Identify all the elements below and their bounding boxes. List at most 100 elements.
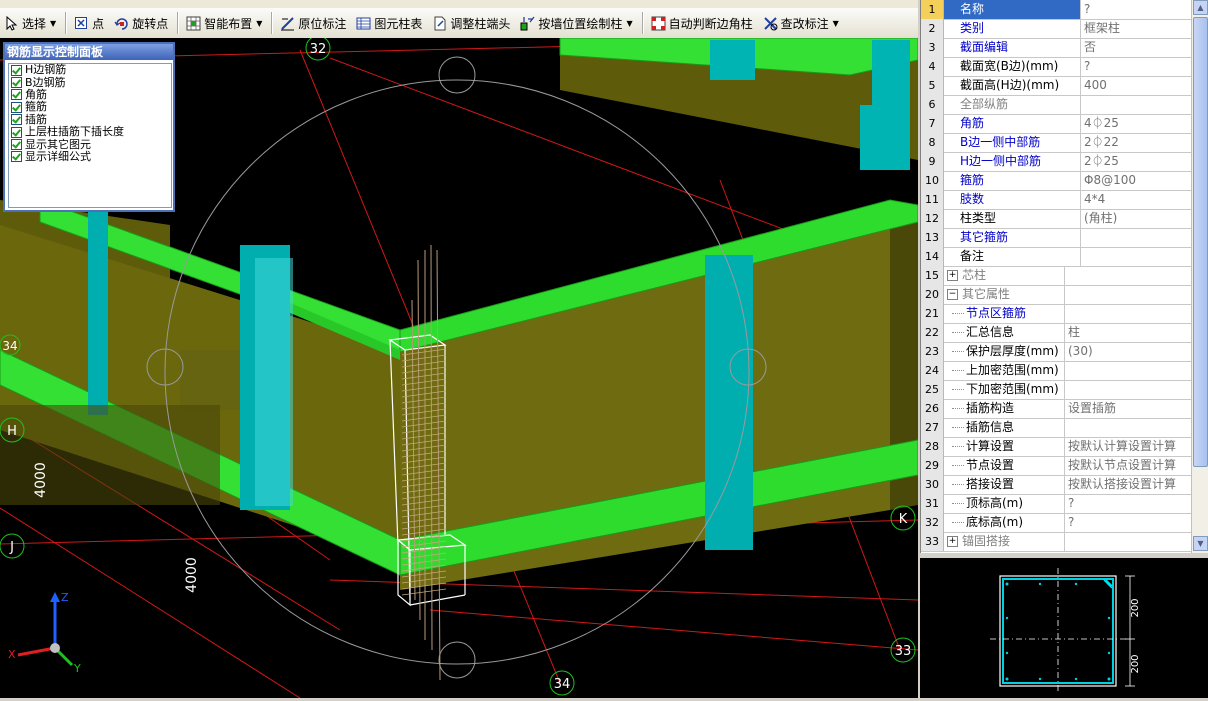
property-value[interactable]: [1065, 285, 1192, 304]
property-value[interactable]: 400: [1081, 76, 1192, 95]
property-row[interactable]: 28 计算设置 按默认计算设置计算: [921, 437, 1192, 457]
rotation-handle[interactable]: [438, 56, 476, 94]
checkbox[interactable]: [11, 89, 22, 101]
property-row[interactable]: 29 节点设置 按默认节点设置计算: [921, 456, 1192, 476]
property-row[interactable]: 32 底标高(m)?: [921, 513, 1192, 533]
property-value[interactable]: 4*4: [1081, 190, 1192, 209]
point-button[interactable]: 点: [70, 11, 108, 35]
property-row[interactable]: 20− 其它属性: [921, 285, 1192, 305]
property-row[interactable]: 3 截面编辑 否: [921, 38, 1192, 58]
checkbox[interactable]: [11, 139, 22, 151]
edit-annotation-button[interactable]: 查改标注 ▼: [759, 11, 843, 35]
property-value[interactable]: [1065, 266, 1192, 285]
property-value[interactable]: [1065, 418, 1192, 437]
property-value[interactable]: [1081, 228, 1192, 247]
property-value[interactable]: ?: [1065, 494, 1192, 513]
panel-title: 钢筋显示控制面板: [5, 44, 173, 60]
property-grid[interactable]: 1 名称? 2 类别 框架柱 3 截面编辑 否 4 截面宽(B边)(mm)? 5 截面高(H边)(mm…: [920, 0, 1208, 553]
draw-by-wall-button[interactable]: 按墙位置绘制柱 ▼: [516, 11, 636, 35]
scroll-thumb[interactable]: [1193, 17, 1208, 467]
panel-item-dowel-length[interactable]: 上层柱插筋下插长度: [9, 126, 171, 138]
property-row[interactable]: 4 截面宽(B边)(mm)?: [921, 57, 1192, 77]
rebar-display-control-panel[interactable]: 钢筋显示控制面板 H边钢筋 B边钢筋 角筋 箍筋 插筋 上层柱插筋下插长度 显示…: [3, 42, 175, 212]
property-row[interactable]: 23 保护层厚度(mm) (30): [921, 342, 1192, 362]
expand-icon[interactable]: +: [947, 536, 958, 547]
property-row[interactable]: 13 其它箍筋: [921, 228, 1192, 248]
checkbox[interactable]: [11, 126, 22, 138]
smart-layout-button[interactable]: 智能布置 ▼: [182, 11, 266, 35]
property-row-number: 11: [921, 190, 944, 209]
adjust-column-end-button[interactable]: 调整柱端头: [428, 11, 514, 35]
property-row[interactable]: 22 汇总信息 柱: [921, 323, 1192, 343]
property-row[interactable]: 26 插筋构造 设置插筋: [921, 399, 1192, 419]
property-value[interactable]: 按默认搭接设置计算: [1065, 475, 1192, 494]
property-row[interactable]: 1 名称?: [921, 0, 1192, 20]
property-value[interactable]: [1065, 380, 1192, 399]
property-row[interactable]: 30 搭接设置 按默认搭接设置计算: [921, 475, 1192, 495]
property-name-text: 计算设置: [966, 439, 1015, 453]
property-name: 顶标高(m): [944, 494, 1065, 513]
property-value[interactable]: [1065, 304, 1192, 323]
property-value[interactable]: 2⏀22: [1081, 133, 1192, 152]
property-value[interactable]: [1081, 95, 1192, 114]
auto-corner-column-button[interactable]: 自动判断边角柱: [647, 11, 757, 35]
property-row[interactable]: 21 节点区箍筋: [921, 304, 1192, 324]
collapse-icon[interactable]: −: [947, 289, 958, 300]
select-button[interactable]: 选择 ▼: [0, 11, 60, 35]
property-value[interactable]: (角柱): [1081, 209, 1192, 228]
property-row[interactable]: 10 箍筋 Φ8@100: [921, 171, 1192, 191]
panel-item-show-formula[interactable]: 显示详细公式: [9, 150, 171, 163]
property-value[interactable]: 设置插筋: [1065, 399, 1192, 418]
property-row[interactable]: 33 + 锚固搭接: [921, 532, 1192, 552]
rotate-point-button[interactable]: 旋转点: [110, 11, 172, 35]
property-name: 上加密范围(mm): [944, 361, 1065, 380]
property-value[interactable]: (30): [1065, 342, 1192, 361]
expand-icon[interactable]: +: [947, 270, 958, 281]
property-value[interactable]: 否: [1081, 38, 1192, 57]
checkbox[interactable]: [11, 77, 22, 89]
property-value[interactable]: 按默认计算设置计算: [1065, 437, 1192, 456]
panel-item-stirrup[interactable]: 箍筋: [9, 101, 171, 113]
checkbox[interactable]: [11, 151, 22, 163]
property-row[interactable]: 12 柱类型 (角柱): [921, 209, 1192, 229]
rotation-handle[interactable]: [438, 641, 476, 679]
property-value[interactable]: ?: [1081, 0, 1192, 19]
property-value[interactable]: [1065, 361, 1192, 380]
property-value[interactable]: 柱: [1065, 323, 1192, 342]
property-row[interactable]: 14 备注: [921, 247, 1192, 267]
property-row[interactable]: 6 全部纵筋: [921, 95, 1192, 115]
property-row[interactable]: 9 H边一侧中部筋 2⏀25: [921, 152, 1192, 172]
property-value[interactable]: [1081, 247, 1192, 266]
property-row[interactable]: 2 类别 框架柱: [921, 19, 1192, 39]
property-value[interactable]: [1065, 532, 1192, 551]
property-row[interactable]: 31 顶标高(m)?: [921, 494, 1192, 514]
panel-item-h-edge-rebar[interactable]: H边钢筋: [9, 64, 171, 76]
checkbox[interactable]: [11, 114, 22, 126]
property-value[interactable]: ?: [1081, 57, 1192, 76]
in-place-annotation-button[interactable]: 原位标注: [276, 11, 350, 35]
scroll-down-icon[interactable]: ▼: [1193, 536, 1208, 551]
scroll-up-icon[interactable]: ▲: [1193, 0, 1208, 15]
property-row[interactable]: 11 肢数 4*4: [921, 190, 1192, 210]
property-row-number: 1: [921, 0, 944, 19]
axis-z-label: Z: [61, 591, 69, 604]
checkbox[interactable]: [11, 64, 22, 76]
panel-item-show-other[interactable]: 显示其它图元: [9, 138, 171, 151]
property-value[interactable]: Φ8@100: [1081, 171, 1192, 190]
property-value[interactable]: 框架柱: [1081, 19, 1192, 38]
property-row[interactable]: 5 截面高(H边)(mm) 400: [921, 76, 1192, 96]
property-value[interactable]: ?: [1065, 513, 1192, 532]
property-row[interactable]: 7 角筋 4⏀25: [921, 114, 1192, 134]
property-value[interactable]: 2⏀25: [1081, 152, 1192, 171]
panel-item-b-edge-rebar[interactable]: B边钢筋: [9, 76, 171, 89]
column-table-button[interactable]: 图元柱表: [352, 11, 426, 35]
checkbox[interactable]: [11, 101, 22, 113]
property-row[interactable]: 24 上加密范围(mm): [921, 361, 1192, 381]
property-row[interactable]: 25 下加密范围(mm): [921, 380, 1192, 400]
property-row[interactable]: 27 插筋信息: [921, 418, 1192, 438]
property-scrollbar[interactable]: ▲ ▼: [1191, 0, 1208, 553]
property-row[interactable]: 8 B边一侧中部筋 2⏀22: [921, 133, 1192, 153]
property-row[interactable]: 15 + 芯柱: [921, 266, 1192, 286]
property-value[interactable]: 按默认节点设置计算: [1065, 456, 1192, 475]
property-value[interactable]: 4⏀25: [1081, 114, 1192, 133]
